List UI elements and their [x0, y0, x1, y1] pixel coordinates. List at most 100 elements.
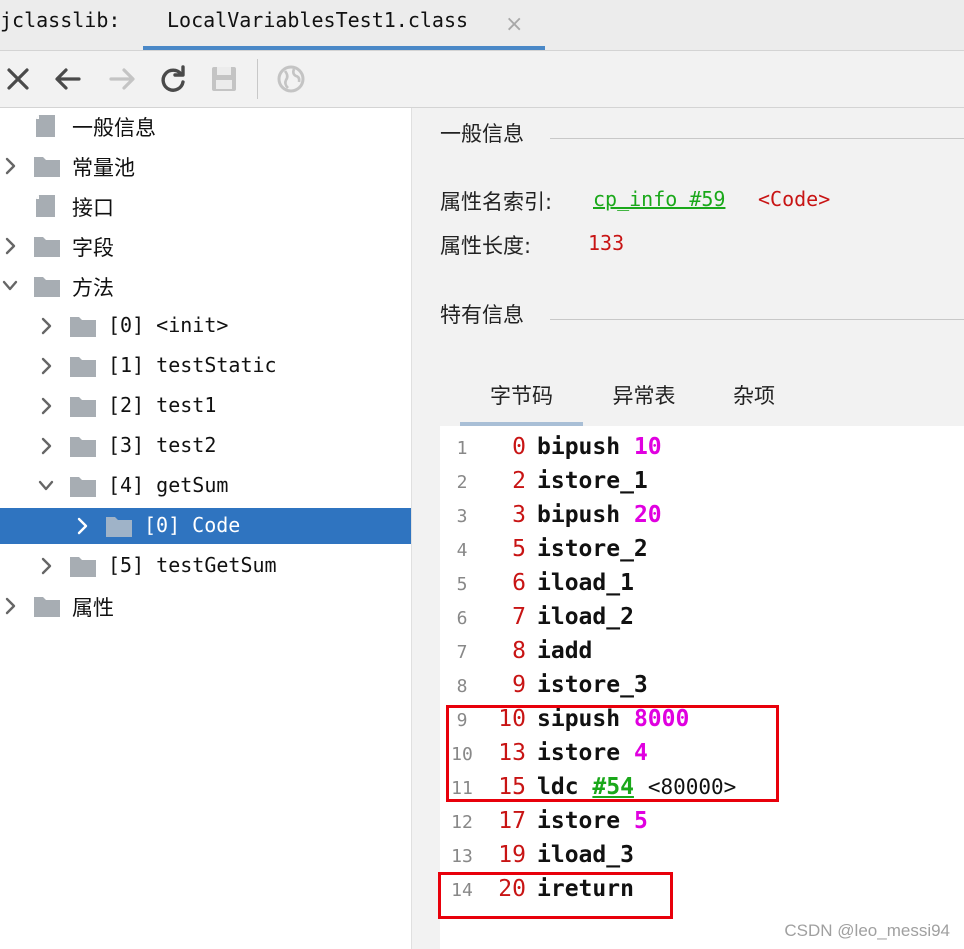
- highlight-box-constants: [446, 705, 779, 802]
- chevron-right-icon[interactable]: [2, 237, 18, 255]
- folder-icon: [70, 437, 96, 457]
- chevron-right-icon[interactable]: [38, 437, 54, 455]
- tree-row[interactable]: [1] testStatic: [0, 348, 411, 384]
- tree-row[interactable]: 方法: [0, 268, 411, 304]
- refresh-icon[interactable]: [157, 63, 189, 95]
- bytecode-listing[interactable]: 1 0 bipush 10 2 2 istore_1 3 3 bipush 20 4 5 istore…: [440, 426, 964, 949]
- tree-row[interactable]: [0] Code: [0, 508, 411, 544]
- line-number: 1: [456, 438, 468, 459]
- tree-row[interactable]: 一般信息: [0, 108, 411, 144]
- attr-name-index-link[interactable]: cp_info #59: [593, 187, 725, 211]
- line-number: 5: [456, 574, 468, 595]
- opcode: bipush: [537, 502, 621, 528]
- opcode: istore_3: [537, 672, 648, 698]
- tree-row-label: 一般信息: [72, 116, 156, 140]
- tab-bytecode-label: 字节码: [490, 384, 553, 408]
- line-number: 2: [456, 472, 468, 493]
- bytecode-offset: 3: [512, 502, 526, 528]
- attr-name-value: <Code>: [758, 187, 831, 211]
- bytecode-instruction: iload_2: [537, 604, 634, 630]
- line-number: 8: [456, 676, 468, 697]
- bytecode-line: 2 2 istore_1: [440, 464, 964, 498]
- bytecode-line: 8 9 istore_3: [440, 668, 964, 702]
- tree-row[interactable]: [5] testGetSum: [0, 548, 411, 584]
- opcode: istore_2: [537, 536, 648, 562]
- chevron-down-icon[interactable]: [2, 277, 18, 295]
- tab-exception-table-label: 异常表: [612, 384, 676, 408]
- tab-misc-label: 杂项: [733, 384, 775, 408]
- tab-exception-table[interactable]: 异常表: [598, 380, 690, 426]
- tree-row[interactable]: 属性: [0, 588, 411, 624]
- attr-name-index-label: 属性名索引:: [440, 190, 553, 214]
- app-label: jclasslib:: [0, 8, 121, 32]
- toolbar-separator: [257, 59, 258, 99]
- tree-row-label: 字段: [72, 236, 114, 260]
- specific-info-title: 特有信息: [440, 303, 524, 327]
- folder-icon: [70, 357, 96, 377]
- save-icon[interactable]: [208, 63, 240, 95]
- line-number: 6: [456, 608, 468, 629]
- tree-row-label: 方法: [72, 276, 114, 300]
- tab-misc[interactable]: 杂项: [724, 380, 784, 426]
- opcode: istore_1: [537, 468, 648, 494]
- bytecode-offset: 7: [512, 604, 526, 630]
- opcode: iload_1: [537, 570, 634, 596]
- highlight-box-return: [438, 872, 673, 919]
- globe-icon[interactable]: [275, 63, 307, 95]
- line-number: 12: [451, 812, 473, 833]
- bytecode-instruction: istore_2: [537, 536, 648, 562]
- bytecode-instruction: istore_3: [537, 672, 648, 698]
- file-tab-label: LocalVariablesTest1.class: [167, 8, 469, 32]
- back-arrow-icon[interactable]: [52, 63, 84, 95]
- bytecode-instruction: bipush 10: [537, 434, 662, 460]
- bytecode-line: 3 3 bipush 20: [440, 498, 964, 532]
- tree-row[interactable]: 字段: [0, 228, 411, 264]
- opcode: iload_2: [537, 604, 634, 630]
- chevron-right-icon[interactable]: [2, 157, 18, 175]
- tree-row[interactable]: [4] getSum: [0, 468, 411, 504]
- chevron-right-icon[interactable]: [38, 397, 54, 415]
- folder-icon: [70, 477, 96, 497]
- chevron-right-icon[interactable]: [38, 317, 54, 335]
- tree-row[interactable]: [3] test2: [0, 428, 411, 464]
- bytecode-line: 7 8 iadd: [440, 634, 964, 668]
- operand: 10: [633, 434, 662, 460]
- tree-row[interactable]: 常量池: [0, 148, 411, 184]
- chevron-right-icon[interactable]: [2, 597, 18, 615]
- chevron-down-icon[interactable]: [38, 477, 54, 495]
- detail-panel: 一般信息 属性名索引: cp_info #59 <Code> 属性长度: 133…: [412, 108, 964, 949]
- tree-row-label: [0] <init>: [108, 313, 229, 337]
- chevron-right-icon[interactable]: [74, 517, 90, 535]
- general-info-divider: [550, 138, 964, 139]
- folder-icon: [34, 237, 60, 257]
- tab-bytecode[interactable]: 字节码: [460, 380, 583, 426]
- file-tab[interactable]: LocalVariablesTest1.class ×: [143, 0, 545, 50]
- tab-close-icon[interactable]: ×: [505, 12, 523, 38]
- bytecode-instruction: iload_1: [537, 570, 634, 596]
- bytecode-line: 6 7 iload_2: [440, 600, 964, 634]
- line-number: 4: [456, 540, 468, 561]
- line-number: 7: [456, 642, 468, 663]
- operand: 5: [633, 808, 648, 834]
- tree-row-label: 常量池: [72, 156, 135, 180]
- chevron-right-icon[interactable]: [38, 557, 54, 575]
- tree-row[interactable]: [0] <init>: [0, 308, 411, 344]
- tree-row-label: [3] test2: [108, 433, 217, 457]
- folder-icon: [70, 397, 96, 417]
- tree-row[interactable]: 接口: [0, 188, 411, 224]
- bytecode-instruction: istore_1: [537, 468, 648, 494]
- folder-icon: [106, 517, 132, 537]
- forward-arrow-icon[interactable]: [106, 63, 138, 95]
- chevron-right-icon[interactable]: [38, 357, 54, 375]
- folder-icon: [34, 157, 60, 177]
- line-number: 3: [456, 506, 468, 527]
- watermark: CSDN @leo_messi94: [784, 921, 950, 940]
- close-icon[interactable]: [2, 63, 34, 95]
- tree-row-label: 属性: [72, 596, 114, 620]
- attr-length-value: 133: [588, 231, 625, 255]
- bytecode-instruction: bipush 20: [537, 502, 662, 528]
- bytecode-line: 1 0 bipush 10: [440, 430, 964, 464]
- tree-row[interactable]: [2] test1: [0, 388, 411, 424]
- opcode: bipush: [537, 434, 621, 460]
- bytecode-instruction: istore 5: [537, 808, 648, 834]
